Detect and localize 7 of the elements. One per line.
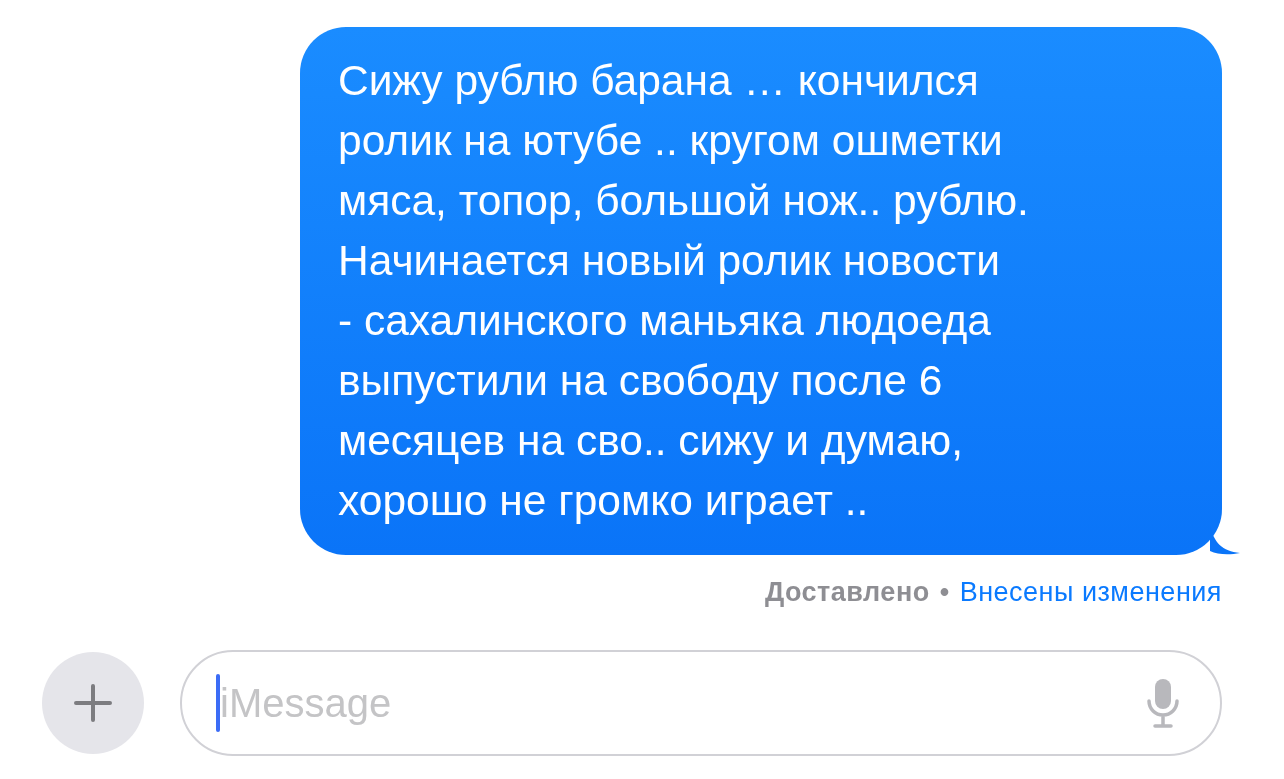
edited-link[interactable]: Внесены изменения (959, 577, 1222, 608)
delivered-status: Доставлено (764, 577, 930, 608)
message-text-input[interactable]: iMessage (220, 680, 1146, 726)
message-bubble: Сижу рублю барана … кончился ролик на ютубе .. кругом ошметки мяса, топор, большой нож.. рублю. Начинается новый ролик новости - сахалинского маньяка людоеда выпустили на свободу после 6 месяцев на сво.. сижу и думаю, хорошо не громко играет .. (300, 27, 1222, 555)
message-input-field[interactable]: iMessage (180, 650, 1222, 756)
separator-dot: • (939, 577, 950, 608)
plus-icon (73, 683, 113, 723)
